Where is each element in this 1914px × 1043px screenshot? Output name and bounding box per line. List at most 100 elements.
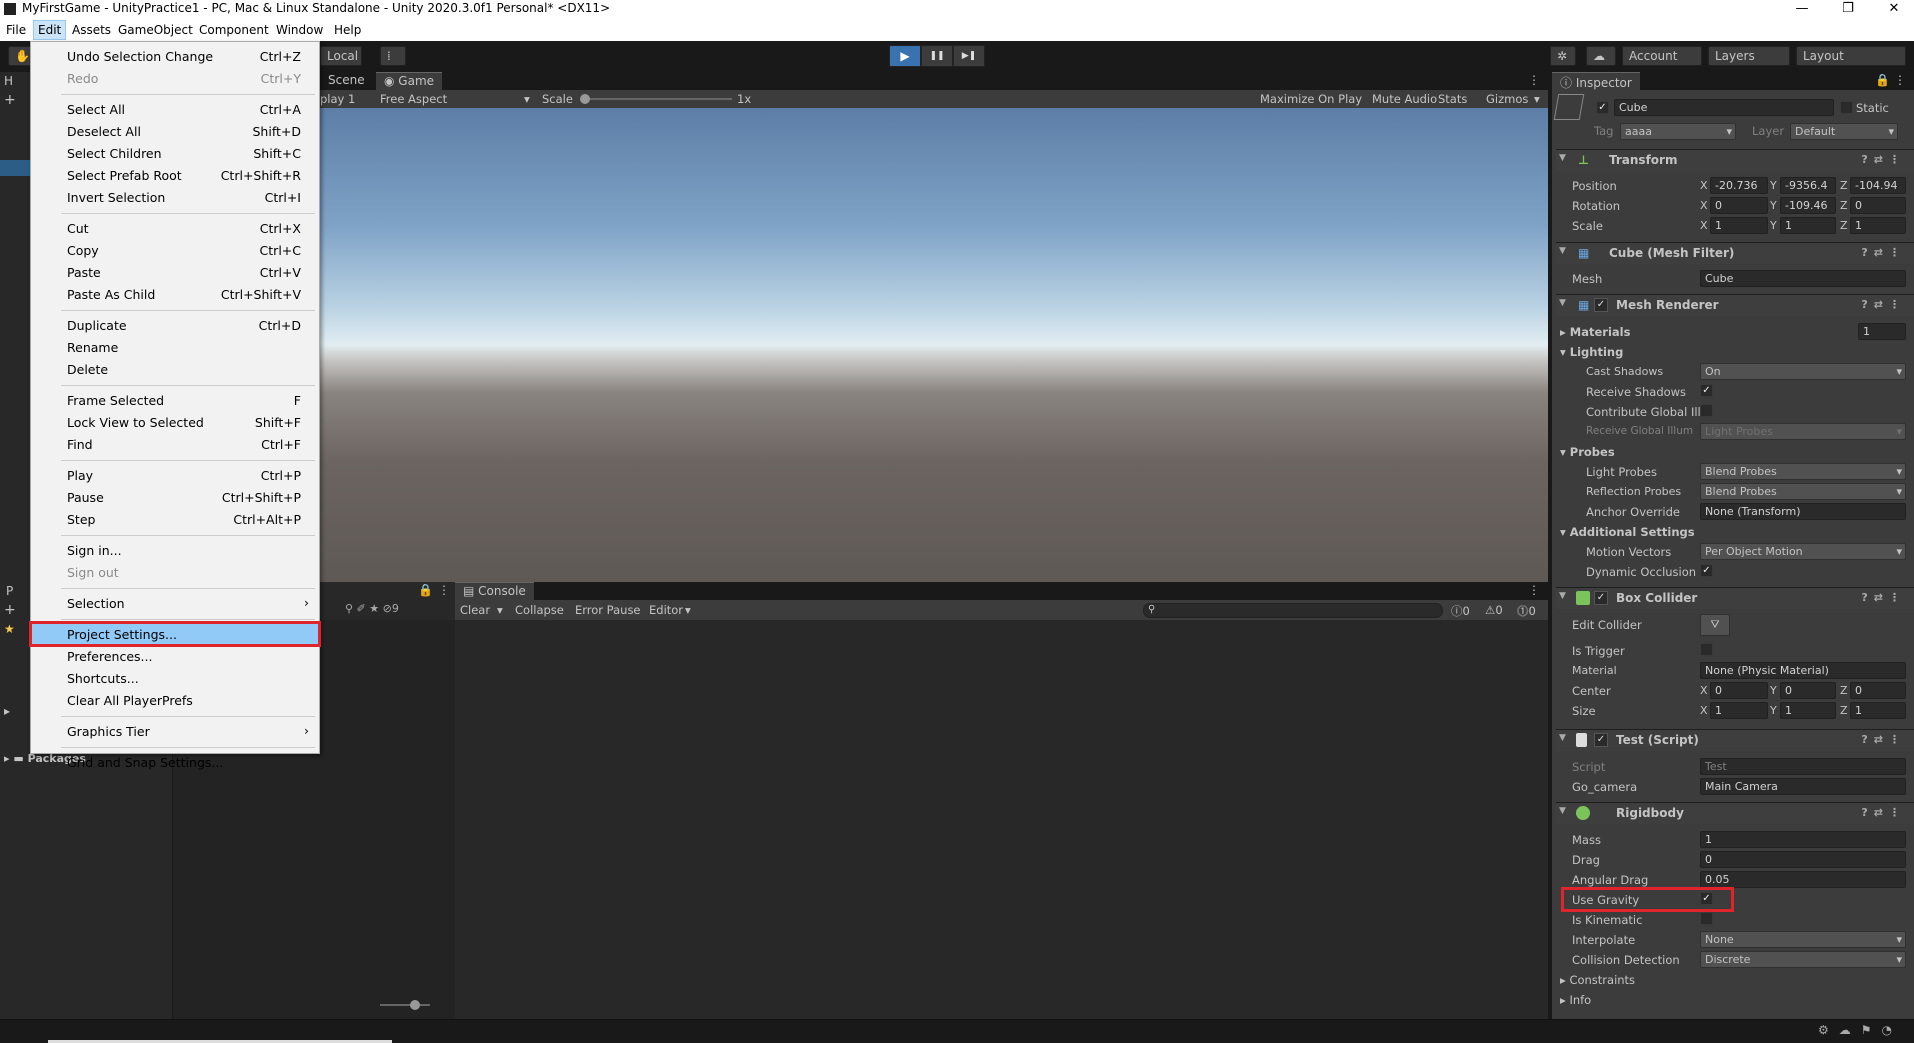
static-dropdown[interactable]: Static (1856, 101, 1889, 115)
edit-collider-button[interactable]: ⛛ (1700, 614, 1730, 636)
object-name-field[interactable]: Cube (1614, 99, 1834, 116)
foldout-arrow-icon[interactable]: ▼ (1559, 298, 1566, 308)
menu-assets[interactable]: Assets (72, 23, 111, 37)
center-z-field[interactable]: 0 (1850, 682, 1906, 699)
menu-window[interactable]: Window (276, 23, 323, 37)
log-count-toggle[interactable]: ⓘ0 (1451, 603, 1470, 619)
menu-gameobject[interactable]: GameObject (118, 23, 193, 37)
chevron-down-icon[interactable]: ▾ (1534, 92, 1540, 106)
kebab-menu-icon[interactable]: ⋮ (1528, 73, 1540, 87)
foldout-arrow-icon[interactable]: ▼ (1559, 153, 1566, 163)
tab-console[interactable]: ▤ Console (455, 582, 534, 601)
menu-item-invert-selection[interactable]: Invert Selection Ctrl+I (31, 187, 319, 207)
assets-folder-icon[interactable]: ▸ (4, 704, 10, 718)
is-kinematic-checkbox[interactable] (1700, 912, 1713, 925)
tab-scene[interactable]: Scene (320, 72, 373, 91)
box-collider-enabled-checkbox[interactable]: ✓ (1594, 591, 1608, 605)
hierarchy-selected-row[interactable] (0, 160, 30, 176)
menu-item-delete[interactable]: Delete (31, 359, 319, 379)
pivot-local-toggle[interactable]: Local (320, 46, 362, 66)
menu-item-copy[interactable]: Copy Ctrl+C (31, 240, 319, 260)
is-trigger-checkbox[interactable] (1700, 643, 1713, 656)
light-probes-dropdown[interactable]: Blend Probes (1700, 463, 1906, 480)
zoom-slider-handle[interactable] (410, 1000, 420, 1010)
mesh-renderer-enabled-checkbox[interactable]: ✓ (1594, 298, 1608, 312)
materials-count-field[interactable]: 1 (1858, 323, 1906, 340)
mesh-renderer-header[interactable]: ▼ ▦ ✓ Mesh Renderer ?⇄⋮ (1556, 294, 1914, 316)
display-dropdown[interactable]: play 1 (320, 92, 355, 106)
position-z-field[interactable]: -104.94 (1850, 177, 1906, 194)
scale-x-field[interactable]: 1 (1710, 217, 1768, 234)
zoom-slider[interactable] (380, 1004, 430, 1006)
collapse-toggle[interactable]: Collapse (515, 603, 564, 617)
kebab-menu-icon[interactable]: ⋮ (1894, 73, 1906, 87)
close-icon[interactable]: ✕ (1874, 0, 1914, 19)
component-header-icons[interactable]: ?⇄⋮ (1861, 591, 1906, 604)
tab-inspector[interactable]: ⓘ Inspector (1552, 72, 1640, 91)
menu-item-rename[interactable]: Rename (31, 337, 319, 357)
foldout-arrow-icon[interactable]: ▼ (1559, 733, 1566, 743)
menu-item-lock-view-to-selected[interactable]: Lock View to Selected Shift+F (31, 412, 319, 432)
mesh-filter-header[interactable]: ▼ ▦ Cube (Mesh Filter) ?⇄⋮ (1556, 242, 1914, 264)
step-button[interactable]: ▶❚ (953, 45, 985, 67)
test-script-header[interactable]: ▼ ✓ Test (Script) ?⇄⋮ (1556, 729, 1914, 751)
pause-button[interactable]: ❚❚ (921, 45, 953, 67)
gizmos-toggle[interactable]: Gizmos (1486, 92, 1528, 106)
size-x-field[interactable]: 1 (1710, 702, 1768, 719)
interpolate-dropdown[interactable]: None (1700, 931, 1906, 948)
cast-shadows-dropdown[interactable]: On (1700, 363, 1906, 380)
center-y-field[interactable]: 0 (1780, 682, 1836, 699)
menu-item-select-children[interactable]: Select Children Shift+C (31, 143, 319, 163)
foldout-arrow-icon[interactable]: ▼ (1559, 246, 1566, 256)
menu-component[interactable]: Component (199, 23, 269, 37)
account-dropdown[interactable]: Account (1622, 46, 1702, 66)
rotation-y-field[interactable]: -109.46 (1780, 197, 1836, 214)
position-y-field[interactable]: -9356.4 (1780, 177, 1836, 194)
menu-item-duplicate[interactable]: Duplicate Ctrl+D (31, 315, 319, 335)
tag-dropdown[interactable]: aaaa (1620, 123, 1736, 140)
chevron-down-icon[interactable]: ▾ (685, 603, 691, 617)
scale-y-field[interactable]: 1 (1780, 217, 1836, 234)
center-x-field[interactable]: 0 (1710, 682, 1768, 699)
menu-item-paste-as-child[interactable]: Paste As Child Ctrl+Shift+V (31, 284, 319, 304)
foldout-arrow-icon[interactable]: ▼ (1559, 806, 1566, 816)
anchor-override-field[interactable]: None (Transform) (1700, 503, 1906, 520)
size-y-field[interactable]: 1 (1780, 702, 1836, 719)
chevron-down-icon[interactable]: ▾ (497, 603, 503, 617)
size-z-field[interactable]: 1 (1850, 702, 1906, 719)
active-checkbox[interactable]: ✓ (1596, 101, 1609, 114)
scale-slider-handle[interactable] (580, 94, 590, 104)
info-foldout[interactable]: ▸ Info (1560, 993, 1591, 1007)
mass-field[interactable]: 1 (1700, 831, 1906, 848)
rigidbody-header[interactable]: ▼ Rigidbody ?⇄⋮ (1556, 802, 1914, 824)
transform-header[interactable]: ▼ ⊥ Transform ?⇄⋮ (1556, 149, 1914, 171)
component-header-icons[interactable]: ?⇄⋮ (1861, 153, 1906, 166)
project-toolbar-icons[interactable]: ⚲ ✐ ★ ⊘9 (345, 602, 399, 615)
menu-item-find[interactable]: Find Ctrl+F (31, 434, 319, 454)
component-header-icons[interactable]: ?⇄⋮ (1861, 733, 1906, 746)
foldout-arrow-icon[interactable]: ▼ (1559, 591, 1566, 601)
status-icons[interactable]: ⚙☁⚑◔ (1818, 1023, 1902, 1037)
component-header-icons[interactable]: ?⇄⋮ (1861, 298, 1906, 311)
scale-slider[interactable] (582, 98, 732, 100)
stats-toggle[interactable]: Stats (1438, 92, 1467, 106)
add-icon[interactable]: + (4, 602, 16, 618)
angular-drag-field[interactable]: 0.05 (1700, 871, 1906, 888)
menu-item-graphics-tier[interactable]: Graphics Tier › (31, 721, 319, 741)
layout-dropdown[interactable]: Layout (1796, 46, 1906, 66)
component-header-icons[interactable]: ?⇄⋮ (1861, 806, 1906, 819)
component-header-icons[interactable]: ?⇄⋮ (1861, 246, 1906, 259)
additional-settings-foldout[interactable]: ▾ Additional Settings (1560, 525, 1695, 539)
layer-dropdown[interactable]: Default (1790, 123, 1898, 140)
aspect-dropdown[interactable]: Free Aspect (380, 92, 530, 106)
rotation-z-field[interactable]: 0 (1850, 197, 1906, 214)
lock-icon[interactable]: 🔒 (1875, 73, 1890, 87)
reflection-probes-dropdown[interactable]: Blend Probes (1700, 483, 1906, 500)
menu-item-cut[interactable]: Cut Ctrl+X (31, 218, 319, 238)
cloud-icon[interactable]: ☁ (1586, 46, 1616, 66)
materials-foldout[interactable]: ▸ Materials (1560, 325, 1630, 339)
menu-item-select-prefab-root[interactable]: Select Prefab Root Ctrl+Shift+R (31, 165, 319, 185)
game-render-viewport[interactable] (320, 108, 1548, 582)
static-checkbox[interactable] (1840, 101, 1853, 114)
menu-edit[interactable]: Edit (33, 20, 67, 40)
